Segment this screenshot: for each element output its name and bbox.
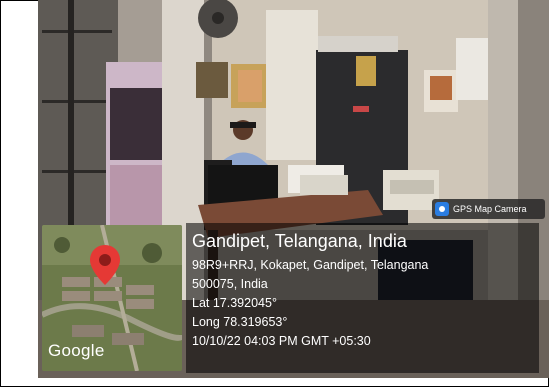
address-line-2: 500075, India (192, 277, 268, 291)
latitude: Lat 17.392045° (192, 296, 277, 310)
longitude: Long 78.319653° (192, 315, 288, 329)
badge-label: GPS Map Camera (453, 204, 527, 214)
address-line-1: 98R9+RRJ, Kokapet, Gandipet, Telangana (192, 258, 429, 272)
gps-map-camera-badge: GPS Map Camera (432, 199, 545, 219)
location-info-panel: Gandipet, Telangana, India 98R9+RRJ, Kok… (186, 223, 539, 373)
map-pin-icon (90, 245, 120, 285)
gps-camera-icon (435, 202, 449, 216)
mini-map: Google (42, 225, 182, 371)
google-attribution: Google (48, 341, 105, 360)
location-title: Gandipet, Telangana, India (192, 231, 407, 251)
location-overlay: Google Gandipet, Telangana, India 98R9+R… (42, 223, 539, 373)
timestamp: 10/10/22 04:03 PM GMT +05:30 (192, 334, 371, 348)
